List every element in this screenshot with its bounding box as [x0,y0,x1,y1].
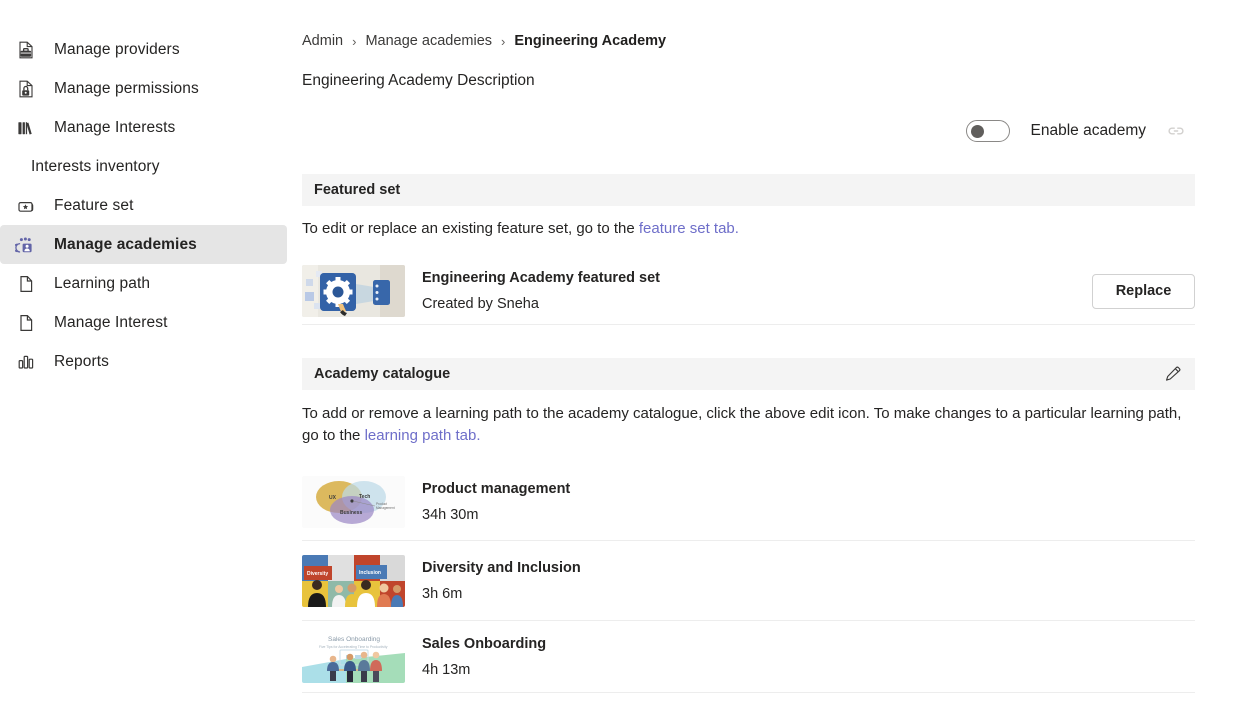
document-icon [14,273,38,295]
sidebar-item-label: Manage Interest [54,314,168,332]
breadcrumb: Admin › Manage academies › Engineering A… [302,33,666,49]
catalogue-item-row[interactable]: Diversity Inclusion [302,542,1195,621]
catalogue-item-duration: 34h 30m [422,507,1195,523]
featured-set-description: To edit or replace an existing feature s… [302,218,1192,240]
breadcrumb-separator-icon: › [352,34,356,49]
featured-set-item-text: Engineering Academy featured set Created… [422,270,1092,312]
link-chain-icon[interactable] [1166,121,1186,141]
breadcrumb-separator-icon: › [501,34,505,49]
sidebar-item-label: Manage Interests [54,119,175,137]
academy-catalogue-title: Academy catalogue [314,366,450,382]
svg-text:Diversity: Diversity [307,571,328,577]
catalogue-item-row[interactable]: UX Tech Business Product Management Prod… [302,463,1195,541]
sidebar-item-reports[interactable]: Reports [0,342,287,381]
sidebar-item-manage-interest[interactable]: Manage Interest [0,303,287,342]
svg-text:Sales Onboarding: Sales Onboarding [328,636,380,643]
svg-text:UX: UX [329,495,337,501]
sidebar: Manage providers Manage permissions [0,0,292,721]
breadcrumb-item-admin[interactable]: Admin [302,33,343,49]
books-icon [14,117,38,139]
diversity-people-illustration: Diversity Inclusion [302,555,405,607]
enable-academy-toggle[interactable] [966,120,1010,142]
sidebar-item-label: Feature set [54,197,134,215]
learning-path-tab-link[interactable]: learning path tab. [365,427,481,444]
replace-button[interactable]: Replace [1092,274,1195,309]
catalogue-item-row[interactable]: Sales Onboarding Five Tips for Accelerat… [302,621,1195,693]
svg-text:Management: Management [376,506,395,510]
document-lock-icon [14,78,38,100]
venn-diagram-illustration: UX Tech Business Product Management [302,476,405,528]
svg-text:Five Tips for Accelerating Tim: Five Tips for Accelerating Time to Produ… [319,645,388,649]
people-group-icon [14,234,38,256]
featured-set-header: Featured set [302,174,1195,206]
document-icon [14,312,38,334]
sidebar-item-manage-providers[interactable]: Manage providers [0,30,287,69]
catalogue-item-text: Product management 34h 30m [422,481,1195,523]
featured-set-item-row[interactable]: Engineering Academy featured set Created… [302,258,1195,325]
sidebar-item-manage-permissions[interactable]: Manage permissions [0,69,287,108]
svg-text:Business: Business [340,510,362,516]
feature-set-tab-link[interactable]: feature set tab. [639,220,739,237]
main-content: Admin › Manage academies › Engineering A… [292,0,1241,721]
academy-catalogue-description: To add or remove a learning path to the … [302,403,1188,447]
gear-server-illustration [302,265,405,317]
sidebar-item-label: Manage providers [54,41,180,59]
sidebar-item-manage-interests[interactable]: Manage Interests [0,108,287,147]
breadcrumb-item-manage-academies[interactable]: Manage academies [365,33,492,49]
breadcrumb-item-current: Engineering Academy [514,33,666,49]
featured-set-item-subtitle: Created by Sneha [422,296,1092,312]
sidebar-item-feature-set[interactable]: Feature set [0,186,287,225]
stacked-cards-star-icon [14,195,38,217]
sidebar-item-manage-academies[interactable]: Manage academies [0,225,287,264]
svg-text:Tech: Tech [359,494,370,500]
sidebar-item-learning-path[interactable]: Learning path [0,264,287,303]
sales-meeting-illustration: Sales Onboarding Five Tips for Accelerat… [302,631,405,683]
app-root: Manage providers Manage permissions [0,0,1241,721]
enable-academy-label: Enable academy [1031,122,1146,140]
catalogue-item-text: Sales Onboarding 4h 13m [422,636,1195,678]
sidebar-item-label: Manage academies [54,236,197,254]
academy-catalogue-header: Academy catalogue [302,358,1195,390]
featured-set-item-title: Engineering Academy featured set [422,270,1092,286]
page-description: Engineering Academy Description [302,72,535,90]
catalogue-item-duration: 4h 13m [422,662,1195,678]
pencil-edit-icon[interactable] [1163,364,1183,384]
sidebar-item-label: Interests inventory [31,158,160,176]
catalogue-item-title: Diversity and Inclusion [422,560,1195,576]
sidebar-item-label: Reports [54,353,109,371]
toggle-knob [971,125,984,138]
catalogue-item-duration: 3h 6m [422,586,1195,602]
featured-set-title: Featured set [314,182,400,198]
catalogue-item-title: Sales Onboarding [422,636,1195,652]
catalogue-item-text: Diversity and Inclusion 3h 6m [422,560,1195,602]
sidebar-item-label: Learning path [54,275,150,293]
featured-set-description-text: To edit or replace an existing feature s… [302,220,639,237]
svg-text:Inclusion: Inclusion [359,570,381,576]
catalogue-item-title: Product management [422,481,1195,497]
bar-chart-icon [14,351,38,373]
sidebar-item-label: Manage permissions [54,80,199,98]
document-briefcase-icon [14,39,38,61]
enable-academy-row: Enable academy [966,120,1186,142]
sidebar-item-interests-inventory[interactable]: Interests inventory [0,147,292,186]
